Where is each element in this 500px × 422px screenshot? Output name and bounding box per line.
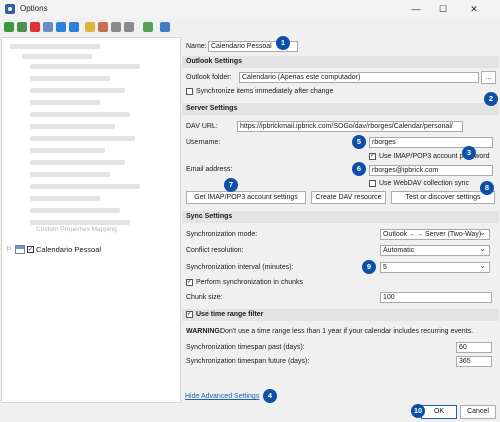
outlook-settings-header: Outlook Settings bbox=[182, 56, 499, 68]
app-icon bbox=[5, 4, 15, 14]
minimize-button[interactable]: — bbox=[405, 2, 427, 16]
annotation-badge: 1 bbox=[276, 36, 290, 50]
blurred-item bbox=[30, 208, 120, 213]
outlook-folder-input[interactable]: Calendario (Apenas este computador) bbox=[239, 72, 479, 83]
annotation-badge: 6 bbox=[352, 162, 366, 176]
warning-text: Don't use a time range less than 1 year … bbox=[220, 328, 474, 335]
calendar-icon bbox=[15, 244, 25, 254]
maximize-button[interactable]: ☐ bbox=[432, 2, 454, 16]
use-webdav-sync-label: Use WebDAV collection sync bbox=[379, 180, 469, 187]
blurred-item bbox=[30, 196, 100, 201]
move-down-icon[interactable] bbox=[69, 22, 79, 32]
export-icon[interactable] bbox=[143, 22, 153, 32]
browse-folder-button[interactable]: ... bbox=[481, 71, 496, 84]
use-webdav-sync-checkbox[interactable] bbox=[369, 180, 376, 187]
conflict-resolution-label: Conflict resolution: bbox=[186, 247, 244, 254]
timespan-future-label: Synchronization timespan future (days): bbox=[186, 358, 310, 365]
tree-item-calendario-pessoal[interactable]: ▷ ✓ Calendario Pessoal bbox=[7, 244, 101, 254]
sync-settings-header: Sync Settings bbox=[182, 211, 499, 223]
blurred-item bbox=[30, 172, 110, 177]
timespan-past-input[interactable]: 60 bbox=[456, 342, 492, 353]
blurred-item bbox=[10, 44, 100, 49]
profile-tree[interactable]: Custom Properties Mapping ▷ ✓ Calendario… bbox=[1, 37, 181, 403]
annotation-badge: 5 bbox=[352, 135, 366, 149]
get-imap-settings-button[interactable]: Get IMAP/POP3 account settings bbox=[186, 191, 306, 204]
chunk-size-label: Chunk size: bbox=[186, 294, 223, 301]
window-title: Options bbox=[20, 4, 48, 13]
annotation-badge: 2 bbox=[484, 92, 498, 106]
annotation-badge: 3 bbox=[462, 146, 476, 160]
blurred-item bbox=[30, 184, 140, 189]
blurred-item bbox=[30, 160, 125, 165]
blurred-item bbox=[30, 124, 115, 129]
timespan-future-input[interactable]: 365 bbox=[456, 356, 492, 367]
email-address-input[interactable]: rborges@ipbrick.com bbox=[369, 165, 493, 176]
delete-icon[interactable] bbox=[30, 22, 40, 32]
blurred-item bbox=[30, 220, 130, 225]
import-icon[interactable] bbox=[160, 22, 170, 32]
blurred-item bbox=[30, 76, 110, 81]
unlink-icon[interactable] bbox=[124, 22, 134, 32]
cancel-button[interactable]: Cancel bbox=[460, 405, 496, 419]
blurred-item-label: Custom Properties Mapping bbox=[36, 226, 117, 233]
name-label: Name: bbox=[186, 43, 207, 50]
annotation-badge: 7 bbox=[224, 178, 238, 192]
chunk-size-input[interactable]: 100 bbox=[380, 292, 492, 303]
outlook-folder-label: Outlook folder: bbox=[186, 74, 232, 81]
sync-interval-label: Synchronization interval (minutes): bbox=[186, 264, 294, 271]
annotation-badge: 9 bbox=[362, 260, 376, 274]
folder-icon[interactable] bbox=[85, 22, 95, 32]
blurred-item bbox=[30, 136, 135, 141]
sync-mode-label: Synchronization mode: bbox=[186, 231, 258, 238]
sync-in-chunks-checkbox[interactable]: ✓ bbox=[186, 279, 193, 286]
title-bar: Options — ☐ ✕ bbox=[0, 0, 500, 18]
link-icon[interactable] bbox=[111, 22, 121, 32]
settings-panel: Name: Calendario Pessoal Outlook Setting… bbox=[182, 37, 499, 403]
blurred-item bbox=[30, 64, 140, 69]
sync-immediately-checkbox[interactable] bbox=[186, 88, 193, 95]
create-dav-resource-button[interactable]: Create DAV resource bbox=[311, 191, 386, 204]
blurred-item bbox=[30, 112, 130, 117]
blurred-item bbox=[30, 100, 100, 105]
annotation-badge: 4 bbox=[263, 389, 277, 403]
ok-button[interactable]: OK bbox=[421, 405, 457, 419]
blurred-item bbox=[30, 148, 105, 153]
add-multiple-icon[interactable] bbox=[17, 22, 27, 32]
annotation-badge: 8 bbox=[480, 181, 494, 195]
toolbar bbox=[0, 18, 181, 36]
sync-immediately-label: Synchronize items immediately after chan… bbox=[196, 88, 334, 95]
sync-mode-select[interactable]: Outlook ←→ Server (Two-Way) bbox=[380, 228, 490, 240]
add-icon[interactable] bbox=[4, 22, 14, 32]
dav-url-input[interactable]: https://ipbrickmail.ipbrick.com/SOGo/dav… bbox=[237, 121, 463, 132]
move-up-icon[interactable] bbox=[56, 22, 66, 32]
server-settings-header: Server Settings bbox=[182, 103, 499, 115]
sync-interval-select[interactable]: 5 bbox=[380, 261, 490, 273]
sync-in-chunks-label: Perform synchronization in chunks bbox=[196, 279, 303, 286]
time-range-header: Use time range filter bbox=[182, 309, 499, 321]
expand-icon[interactable]: ▷ bbox=[7, 246, 13, 252]
hide-advanced-settings-link[interactable]: Hide Advanced Settings bbox=[185, 393, 259, 400]
time-range-header-label: Use time range filter bbox=[196, 311, 264, 318]
blurred-item bbox=[22, 54, 92, 59]
close-window-button[interactable]: ✕ bbox=[463, 2, 485, 16]
username-label: Username: bbox=[186, 139, 221, 146]
blurred-item bbox=[30, 88, 125, 93]
use-time-range-checkbox[interactable]: ✓ bbox=[186, 311, 193, 318]
tree-item-label: Calendario Pessoal bbox=[36, 244, 102, 254]
profile-active-checkbox[interactable]: ✓ bbox=[27, 245, 34, 253]
test-discover-settings-button[interactable]: Test or discover settings bbox=[391, 191, 495, 204]
username-input[interactable]: rborges bbox=[369, 137, 493, 148]
copy-icon[interactable] bbox=[43, 22, 53, 32]
warning-bold-label: WARNING: bbox=[186, 328, 223, 335]
email-address-label: Email address: bbox=[186, 166, 233, 173]
conflict-resolution-select[interactable]: Automatic bbox=[380, 244, 490, 256]
timespan-past-label: Synchronization timespan past (days): bbox=[186, 344, 305, 351]
use-imap-password-checkbox[interactable]: ✓ bbox=[369, 153, 376, 160]
dav-url-label: DAV URL: bbox=[186, 123, 218, 130]
annotation-badge: 10 bbox=[411, 404, 425, 418]
clear-cache-icon[interactable] bbox=[98, 22, 108, 32]
